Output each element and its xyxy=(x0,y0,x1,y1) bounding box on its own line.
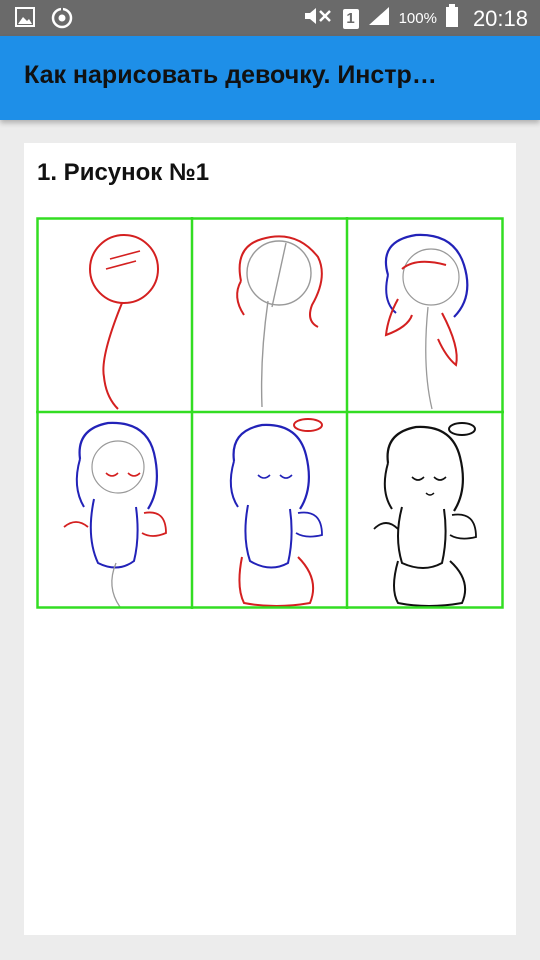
battery-percent: 100% xyxy=(398,10,437,27)
sim-icon: 1 xyxy=(342,8,359,29)
app-bar-title: Как нарисовать девочку. Инстр… xyxy=(24,61,437,89)
sync-icon xyxy=(50,6,74,35)
app-bar: Как нарисовать девочку. Инстр… xyxy=(0,36,540,120)
battery-icon xyxy=(445,4,459,33)
gallery-icon xyxy=(14,6,36,35)
signal-icon xyxy=(367,5,391,32)
status-bar: 1 100% 20:18 xyxy=(0,0,540,36)
status-right-icons: 1 100% 20:18 xyxy=(301,4,528,33)
step-heading: 1. Рисунок №1 xyxy=(37,159,210,186)
mute-icon xyxy=(301,5,335,32)
status-time: 20:18 xyxy=(472,5,528,31)
angel-girl-step-by-step-drawing xyxy=(36,217,504,609)
content-card: 1. Рисунок №1 xyxy=(24,143,516,935)
status-left-icons xyxy=(14,6,74,35)
